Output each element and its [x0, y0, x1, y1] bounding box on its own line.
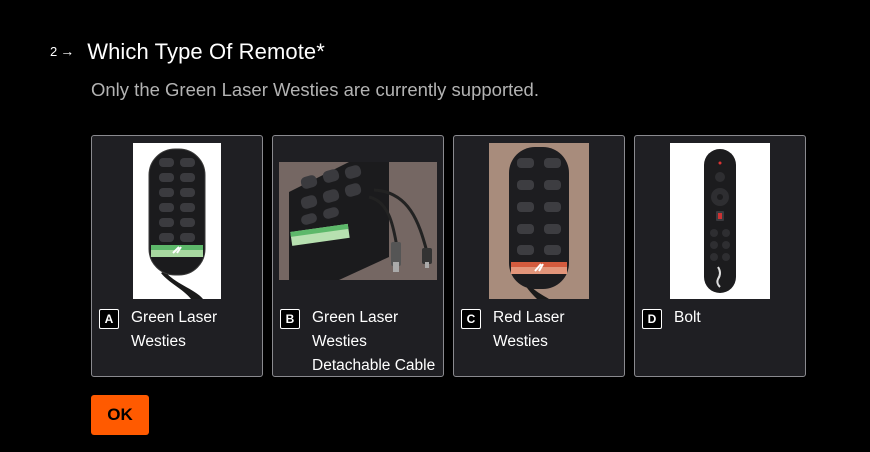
choice-d[interactable]: D Bolt	[634, 135, 806, 377]
question-subtitle: Only the Green Laser Westies are current…	[91, 79, 539, 100]
choice-key-c: C	[461, 309, 481, 329]
choice-c[interactable]: C Red Laser Westies	[453, 135, 625, 377]
ok-button[interactable]: OK	[91, 395, 149, 435]
choice-b[interactable]: B Green Laser Westies Detachable Cable	[272, 135, 444, 377]
choice-key-b: B	[280, 309, 300, 329]
green-laser-remote-image	[133, 143, 221, 299]
green-laser-detachable-remote-image	[279, 162, 437, 280]
choice-label-c: Red Laser Westies	[493, 309, 565, 350]
choice-list: A Green Laser Westies B Green Laser West…	[91, 135, 806, 377]
question-title: Which Type Of Remote*	[87, 39, 325, 64]
choice-a[interactable]: A Green Laser Westies	[91, 135, 263, 377]
choice-label-a: Green Laser Westies	[131, 309, 218, 350]
arrow-right-icon: →	[60, 43, 75, 59]
question-header: 2 → Which Type Of Remote*	[50, 39, 325, 65]
red-laser-remote-image	[489, 143, 589, 299]
choice-label-d: Bolt	[674, 309, 701, 326]
choice-key-d: D	[642, 309, 662, 329]
choice-label-b: Green Laser Westies Detachable Cable	[312, 309, 436, 374]
choice-key-a: A	[99, 309, 119, 329]
question-number: 2 →	[50, 43, 74, 59]
question-number-text: 2	[50, 43, 58, 59]
bolt-remote-image	[670, 143, 770, 299]
